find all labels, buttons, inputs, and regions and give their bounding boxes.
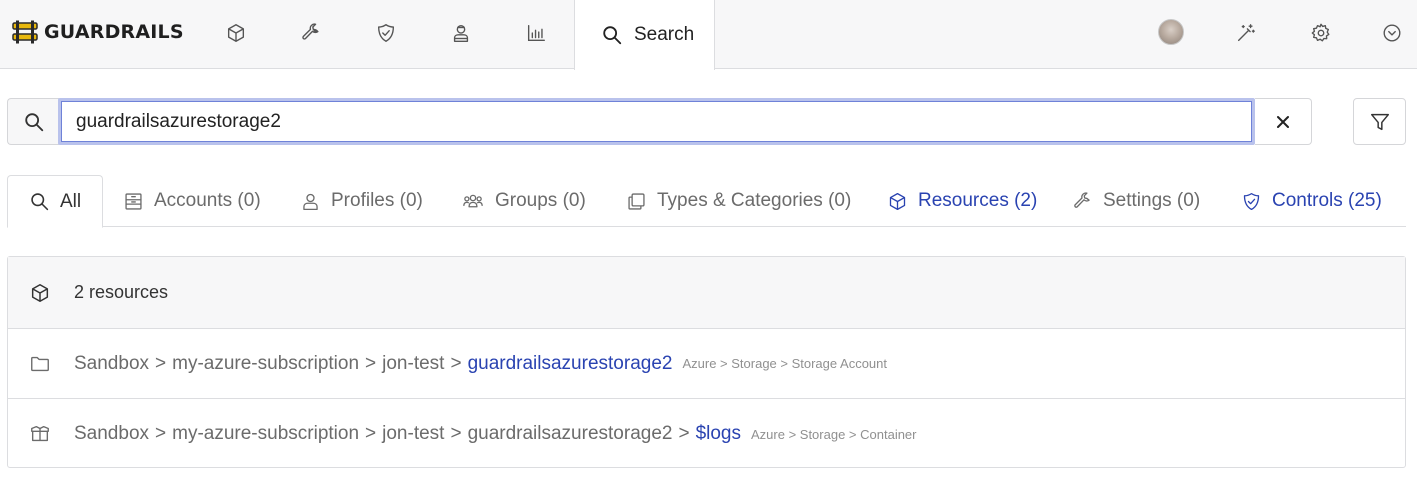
cube-icon <box>31 283 49 302</box>
tab-resources[interactable]: Resources (2) <box>887 175 1037 227</box>
search-prefix <box>7 98 59 145</box>
path-separator: > <box>678 423 690 444</box>
resource-path: Sandbox > my-azure-subscription > jon-test > g… <box>74 353 672 375</box>
path-segment[interactable]: my-azure-subscription <box>172 353 359 374</box>
results-panel: 2 resources Sandbox > my-azure-subscriptio… <box>7 256 1406 468</box>
path-separator: > <box>450 423 462 444</box>
shield-check-icon[interactable] <box>373 20 399 46</box>
tab-settings[interactable]: Settings (0) <box>1072 175 1200 227</box>
resource-link[interactable]: guardrailsazurestorage2 <box>468 353 673 374</box>
search-icon <box>31 193 49 211</box>
tab-label: Groups (0) <box>495 190 586 211</box>
path-segment[interactable]: guardrailsazurestorage2 <box>468 423 673 444</box>
container-icon <box>31 425 49 442</box>
resource-path: Sandbox > my-azure-subscription > jon-test > g… <box>74 423 741 445</box>
path-segment[interactable]: jon-test <box>382 353 444 374</box>
guardrails-logo-icon <box>12 20 38 44</box>
chevron-down-circle-icon[interactable] <box>1379 20 1405 46</box>
filter-icon <box>1370 113 1389 130</box>
tab-label: Profiles (0) <box>331 190 423 211</box>
brand-name: GUARDRAILS <box>44 21 184 43</box>
search-icon <box>24 112 43 131</box>
path-separator: > <box>155 423 167 444</box>
tab-label: Resources (2) <box>918 190 1038 211</box>
magic-wand-icon[interactable] <box>1233 20 1259 46</box>
folder-icon <box>31 356 49 371</box>
tab-label: Controls (25) <box>1272 190 1382 211</box>
tab-groups[interactable]: Groups (0) <box>461 175 586 227</box>
result-type-tabs: All Accounts (0) Profiles (0) Groups (0)… <box>7 175 1406 228</box>
search-input[interactable] <box>58 98 1255 145</box>
cube-icon[interactable] <box>223 20 249 46</box>
bar-chart-icon[interactable] <box>523 20 549 46</box>
path-separator: > <box>365 352 377 374</box>
resource-type: Azure > Storage > Storage Account <box>682 356 887 371</box>
search-tab-label: Search <box>634 24 695 45</box>
search-icon <box>603 26 622 45</box>
gear-icon[interactable] <box>1308 20 1334 46</box>
tab-controls[interactable]: Controls (25) <box>1241 175 1382 227</box>
tab-label: Types & Categories (0) <box>657 190 852 211</box>
path-separator: > <box>365 423 377 444</box>
filter-button[interactable] <box>1353 98 1406 145</box>
results-count: 2 resources <box>74 282 169 302</box>
resource-type: Azure > Storage > Container <box>751 426 917 442</box>
tab-label: Settings (0) <box>1103 190 1201 211</box>
tab-label: All <box>60 190 82 212</box>
avatar[interactable] <box>1158 19 1184 45</box>
top-navigation: GUARDRAILS Search <box>0 0 1417 70</box>
guardrails-logo[interactable]: GUARDRAILS <box>12 19 184 45</box>
person-icon[interactable] <box>448 20 474 46</box>
tab-accounts[interactable]: Accounts (0) <box>123 175 261 227</box>
close-icon <box>1277 115 1289 128</box>
resource-link[interactable]: $logs <box>696 423 741 444</box>
clear-search-button[interactable] <box>1255 98 1312 145</box>
path-segment[interactable]: Sandbox <box>74 353 149 374</box>
tab-search-nav[interactable]: Search <box>574 0 715 70</box>
path-segment[interactable]: jon-test <box>382 423 444 444</box>
list-item[interactable]: Sandbox > my-azure-subscription > jon-test > g… <box>8 329 1405 399</box>
path-segment[interactable]: Sandbox <box>74 423 149 444</box>
list-item[interactable]: Sandbox > my-azure-subscription > jon-test > g… <box>8 399 1405 469</box>
path-separator: > <box>155 352 167 374</box>
tab-all[interactable]: All <box>7 175 103 228</box>
tab-label: Accounts (0) <box>154 190 261 211</box>
tab-profiles[interactable]: Profiles (0) <box>300 175 423 227</box>
tab-types-categories[interactable]: Types & Categories (0) <box>626 175 851 227</box>
path-segment[interactable]: my-azure-subscription <box>172 423 359 444</box>
path-separator: > <box>450 352 462 374</box>
results-header: 2 resources <box>8 257 1405 329</box>
wrench-icon[interactable] <box>298 20 324 46</box>
